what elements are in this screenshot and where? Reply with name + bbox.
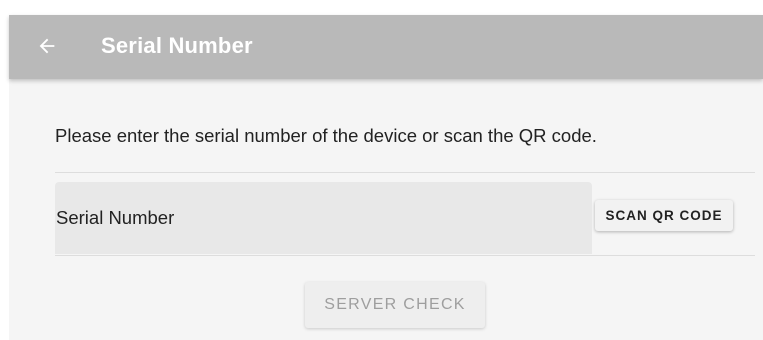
back-button[interactable]	[33, 32, 61, 60]
arrow-left-icon	[39, 38, 55, 54]
divider	[55, 172, 755, 173]
server-check-button[interactable]: SERVER CHECK	[305, 282, 485, 328]
app-bar: Serial Number	[9, 15, 763, 79]
instructions-text: Please enter the serial number of the de…	[55, 125, 597, 146]
serial-number-input[interactable]	[56, 182, 592, 254]
divider	[55, 255, 755, 256]
page-title: Serial Number	[101, 33, 253, 58]
serial-number-field[interactable]	[55, 182, 592, 254]
scan-qr-code-button[interactable]: SCAN QR CODE	[595, 200, 733, 231]
screen: Serial Number Please enter the serial nu…	[9, 15, 763, 340]
